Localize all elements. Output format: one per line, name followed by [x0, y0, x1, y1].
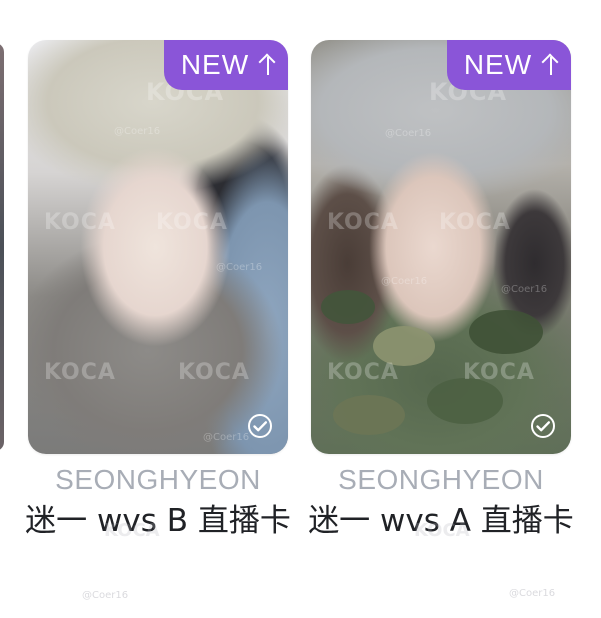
camo-pattern — [427, 378, 503, 424]
arrow-up-icon — [542, 53, 560, 77]
page-credit: @Coer16 — [509, 588, 556, 599]
arrow-up-icon — [259, 53, 277, 77]
member-name: SEONGHYEON — [55, 464, 261, 495]
photocard-right[interactable]: KOCA KOCA KOCA KOCA KOCA @Coer16 @Coer16… — [311, 40, 571, 454]
camo-pattern — [333, 395, 405, 435]
new-badge: NEW — [164, 40, 288, 90]
photocard-grid: KOCA KOCA KOCA KOCA KOCA @Coer16 @Coer16… — [0, 0, 601, 618]
new-badge-label: NEW — [463, 49, 533, 80]
page-watermark: KOCA — [104, 520, 160, 541]
member-name: SEONGHYEON — [338, 464, 544, 495]
new-badge: NEW — [447, 40, 571, 90]
previous-card-edge[interactable] — [0, 43, 4, 451]
page-watermark: KOCA — [414, 520, 470, 541]
page-credit: @Coer16 — [82, 590, 129, 601]
check-circle-icon[interactable] — [246, 412, 274, 440]
check-circle-icon[interactable] — [529, 412, 557, 440]
camo-pattern — [469, 310, 543, 354]
camo-pattern — [373, 326, 435, 366]
photocard-left[interactable]: KOCA KOCA KOCA KOCA KOCA @Coer16 @Coer16… — [28, 40, 288, 454]
photocard-image-left — [28, 40, 288, 454]
camo-pattern — [321, 290, 375, 324]
new-badge-label: NEW — [180, 49, 250, 80]
